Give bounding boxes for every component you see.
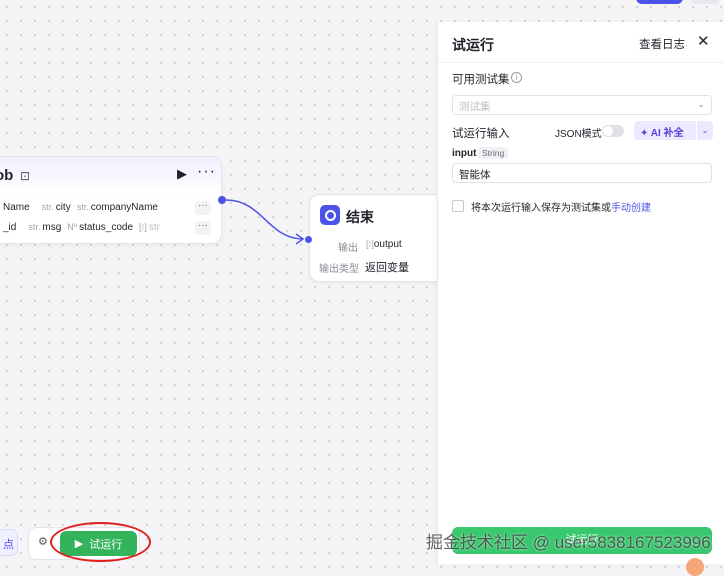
input-port[interactable] xyxy=(305,236,312,243)
more-icon[interactable]: ··· xyxy=(197,163,216,181)
row-more-button[interactable]: ··· xyxy=(195,201,211,215)
testset-select[interactable]: 测试集 ⌄ xyxy=(452,95,712,115)
output-label: 输出 xyxy=(338,243,358,254)
testset-label: 可用测试集 xyxy=(452,74,510,86)
test-run-panel: 试运行 查看日志 ✕ 可用测试集 i 测试集 ⌄ 试运行输入 JSON模式 ✦ … xyxy=(437,22,724,564)
add-node-button[interactable]: 点 xyxy=(0,529,18,556)
end-node-title: 结束 xyxy=(346,209,374,225)
view-log-link[interactable]: 查看日志 xyxy=(639,36,685,52)
output-kind-label: 输出类型 xyxy=(319,264,359,275)
watermark: 掘金技术社区 @ user5838167523996 xyxy=(426,533,711,552)
info-icon[interactable]: i xyxy=(511,72,522,83)
output-field: _id xyxy=(3,221,17,233)
ai-fill-button[interactable]: ✦ AI 补全 xyxy=(634,121,696,140)
node-header xyxy=(0,157,221,195)
assistant-avatar[interactable] xyxy=(686,558,704,576)
output-field: Nº status_code xyxy=(67,221,134,233)
row-more-button[interactable]: ··· xyxy=(195,221,211,235)
output-field: str. companyName xyxy=(76,201,158,213)
output-kind-value: 返回变量 xyxy=(365,262,409,274)
input-value-field[interactable]: 智能体 xyxy=(452,163,712,183)
play-icon[interactable]: ▶ xyxy=(177,166,187,182)
output-field: [⁝] str xyxy=(139,221,160,233)
input-type-badge: String xyxy=(478,147,509,159)
output-port[interactable] xyxy=(218,196,226,204)
input-section-label: 试运行输入 xyxy=(452,128,510,140)
output-variable: [⁝]output xyxy=(366,239,402,250)
test-run-label: 试运行 xyxy=(89,538,123,551)
manual-create-link[interactable]: 手动创建 xyxy=(611,203,651,214)
panel-title: 试运行 xyxy=(452,37,494,53)
output-row-2: _id str. msg Nº status_code [⁝] str xyxy=(0,218,160,236)
output-field: Name xyxy=(3,201,30,213)
close-icon[interactable]: ✕ xyxy=(697,32,710,50)
save-checkbox-label: 将本次运行输入保存为测试集或手动创建 xyxy=(471,203,651,214)
json-mode-label: JSON模式 xyxy=(555,129,602,140)
output-field: str. msg xyxy=(28,221,62,233)
node-title: ob xyxy=(0,167,14,184)
output-field: str. city xyxy=(41,201,71,213)
json-mode-toggle[interactable] xyxy=(602,125,624,137)
chevron-down-icon: ⌄ xyxy=(697,99,705,109)
chevron-down-icon[interactable]: ⌄ xyxy=(697,121,713,140)
edit-icon[interactable]: ⊡ xyxy=(20,169,30,183)
settings-icon[interactable]: ⚙ xyxy=(38,535,48,548)
divider xyxy=(438,62,724,63)
save-as-testset-checkbox[interactable] xyxy=(452,200,464,212)
testset-placeholder: 测试集 xyxy=(459,101,491,113)
play-icon: ▶ xyxy=(74,538,84,550)
input-name: input xyxy=(452,148,477,159)
end-node[interactable]: 结束 输出 [⁝]output 输出类型 返回变量 xyxy=(309,194,449,282)
job-node[interactable]: ob ⊡ ▶ ··· Name str.city str.companyName… xyxy=(0,156,222,244)
end-node-icon xyxy=(320,205,340,225)
test-run-button[interactable]: ▶ 试运行 xyxy=(60,531,137,556)
output-row-1: Name str. city str. companyName xyxy=(0,198,158,216)
